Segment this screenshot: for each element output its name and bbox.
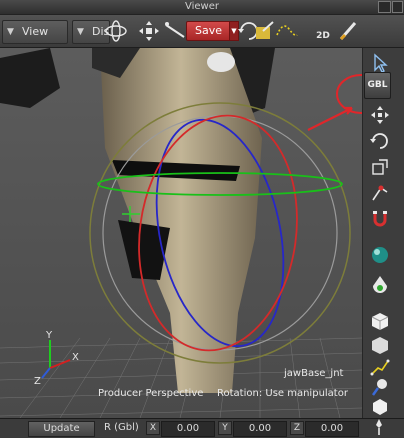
curve-path-icon[interactable] [369, 356, 391, 378]
y-value-field[interactable]: 0.00 [233, 421, 287, 437]
path-icon[interactable] [275, 19, 299, 43]
status-bar: Update R (Gbl) X 0.00 Y 0.00 Z 0.00 [0, 418, 404, 437]
y-axis-button[interactable]: Y [218, 421, 232, 435]
z-axis-button[interactable]: Z [290, 421, 304, 435]
hexagon-icon[interactable] [369, 396, 391, 418]
pan-icon[interactable] [137, 19, 161, 43]
window-float-button[interactable] [378, 1, 391, 13]
axis-y-label: Y [45, 330, 53, 341]
global-mode-button[interactable]: GBL [364, 72, 391, 99]
rotation-mode-label: R (Gbl) [104, 422, 139, 433]
z-value-field[interactable]: 0.00 [305, 421, 359, 437]
3d-viewport[interactable]: Y X Z jawBase_jnt Producer Perspective R… [0, 48, 362, 418]
manipulator-outer-ring[interactable] [89, 102, 351, 364]
joint-pivot-marker [122, 206, 140, 222]
view-menu-dropdown[interactable]: ▼ View [2, 20, 68, 44]
axis-gizmo: Y X Z [34, 330, 79, 387]
manipulator-x-ring[interactable] [124, 105, 311, 360]
view-2d-label: 2D [316, 31, 330, 41]
view-menu-label: View [22, 25, 49, 38]
magnet-icon[interactable] [369, 208, 391, 230]
title-bar: Viewer [0, 0, 404, 15]
manipulator-y-ring[interactable] [97, 172, 343, 196]
globe-render-icon[interactable] [369, 244, 391, 266]
select-arrow-icon[interactable] [369, 52, 391, 74]
visibility-paint-icon[interactable] [369, 274, 391, 296]
orbit-icon[interactable] [104, 19, 128, 43]
constraint-icon[interactable] [369, 182, 391, 204]
render-icon[interactable] [253, 19, 277, 43]
selected-object-label: jawBase_jnt [284, 368, 344, 379]
viewer-toolbar: ▼ View ▼ Disp Save ▼ 2D [0, 15, 404, 48]
light-bulb-icon[interactable] [369, 376, 391, 398]
x-axis-button[interactable]: X [146, 421, 160, 435]
save-button[interactable]: Save [186, 21, 231, 41]
cube-solid-icon[interactable] [369, 310, 391, 332]
tool-sidebar [362, 48, 404, 418]
rotate-icon[interactable] [369, 130, 391, 152]
scale-icon[interactable] [369, 156, 391, 178]
chevron-down-icon: ▼ [7, 27, 14, 37]
view-2d-toggle[interactable]: 2D [311, 19, 335, 43]
rotate-manipulator[interactable]: Y X Z [0, 48, 362, 418]
axis-x-label: X [72, 352, 79, 363]
update-button[interactable]: Update [28, 421, 95, 437]
camera-label: Producer Perspective [98, 388, 204, 399]
manipulator-view-ring[interactable] [102, 115, 338, 351]
x-value-field[interactable]: 0.00 [161, 421, 215, 437]
window-title: Viewer [185, 1, 219, 12]
window-close-button[interactable] [392, 1, 403, 13]
cube-wire-icon[interactable] [369, 334, 391, 356]
pin-icon[interactable] [368, 416, 390, 438]
brush-icon[interactable] [337, 19, 361, 43]
translate-icon[interactable] [369, 104, 391, 126]
dolly-icon[interactable] [164, 19, 188, 43]
chevron-down-icon: ▼ [77, 27, 84, 37]
annotation-arrow [307, 106, 353, 131]
rotation-mode-hint: Rotation: Use manipulator [217, 388, 348, 399]
axis-z-label: Z [34, 376, 41, 387]
